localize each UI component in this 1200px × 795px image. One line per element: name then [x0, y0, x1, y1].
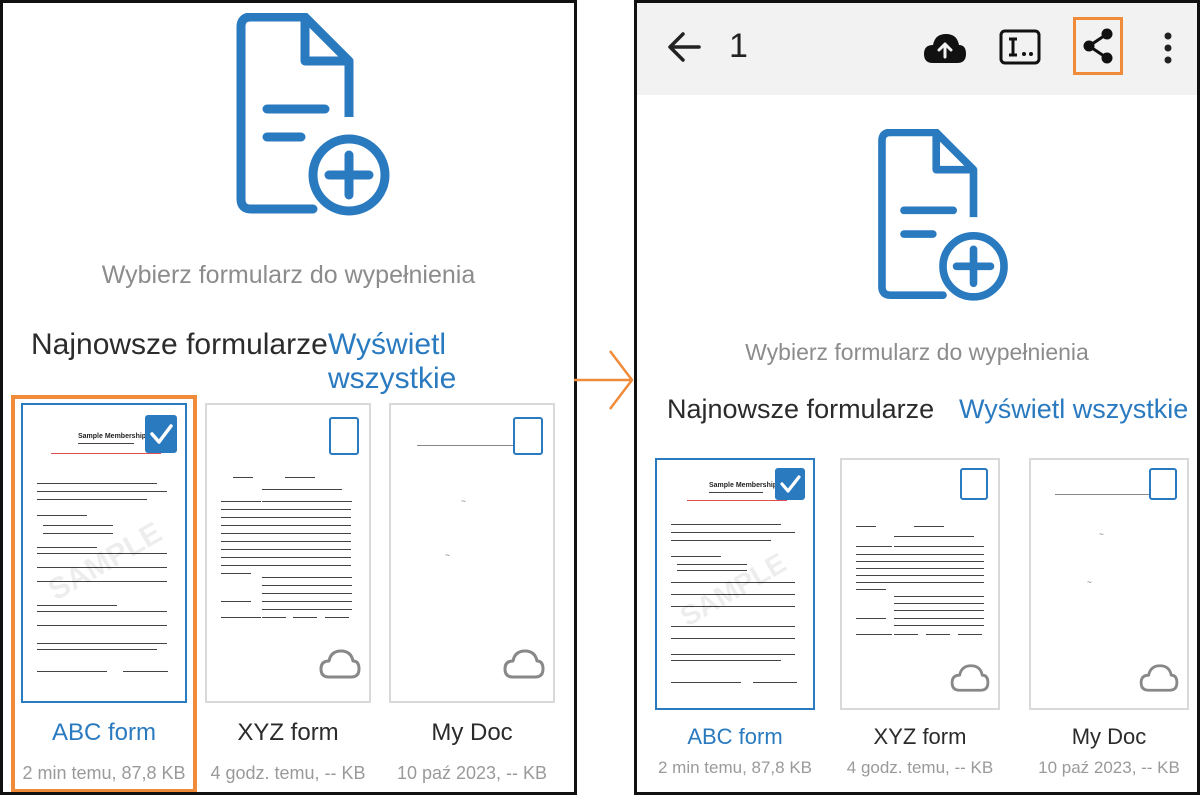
tutorial-highlight-card: [11, 395, 197, 792]
form-name[interactable]: My Doc: [1029, 724, 1189, 750]
form-card-xyz[interactable]: XYZ form 4 godz. temu, -- KB: [205, 403, 371, 783]
cloud-icon: [503, 649, 545, 679]
sample-watermark: SAMPLE: [674, 546, 792, 633]
form-meta: 2 min temu, 87,8 KB: [657, 758, 813, 777]
form-meta: 4 godz. temu, -- KB: [210, 763, 366, 783]
view-all-link[interactable]: Wyświetl wszystkie: [959, 394, 1188, 425]
select-checkbox[interactable]: [960, 468, 988, 500]
form-name[interactable]: XYZ form: [840, 724, 1000, 750]
selected-count: 1: [729, 27, 748, 65]
form-name[interactable]: XYZ form: [205, 719, 371, 747]
check-icon: [780, 475, 801, 493]
new-form-icon[interactable]: [863, 129, 1023, 307]
form-card-mydoc[interactable]: ~ ~ My Doc 10 paź 2023, -- KB: [389, 403, 555, 783]
step-arrow-icon: [574, 350, 634, 410]
select-checkbox[interactable]: [1149, 468, 1177, 500]
form-name[interactable]: ABC form: [655, 724, 815, 750]
cloud-icon: [950, 664, 990, 692]
form-meta: 4 godz. temu, -- KB: [846, 758, 994, 777]
choose-form-prompt: Wybierz formularz do wypełnienia: [745, 339, 1089, 365]
rename-icon[interactable]: [999, 29, 1041, 65]
new-form-icon[interactable]: [233, 13, 393, 223]
select-checkbox[interactable]: [329, 417, 359, 455]
cloud-upload-icon[interactable]: [923, 31, 967, 65]
more-vert-icon[interactable]: [1163, 31, 1173, 65]
choose-form-prompt: Wybierz formularz do wypełnienia: [101, 261, 476, 289]
screen-after: 1 Wybierz formularz do wypełnienia Najno…: [634, 0, 1200, 795]
select-checkbox[interactable]: [775, 468, 805, 500]
cloud-icon: [1139, 664, 1179, 692]
tutorial-highlight-share: [1073, 17, 1123, 75]
form-meta: 10 paź 2023, -- KB: [1038, 758, 1180, 777]
screen-before: Wybierz formularz do wypełnienia Najnows…: [0, 0, 577, 795]
recent-forms-title: Najnowsze formularze: [667, 394, 935, 424]
form-card-abc[interactable]: Sample Membership Form SAMPLE ABC form 2…: [655, 458, 815, 788]
form-meta: 10 paź 2023, -- KB: [396, 763, 548, 783]
recent-forms-title: Najnowsze formularze: [31, 328, 328, 361]
form-card-mydoc[interactable]: ~ ~ My Doc 10 paź 2023, -- KB: [1029, 458, 1189, 788]
form-card-xyz[interactable]: XYZ form 4 godz. temu, -- KB: [840, 458, 1000, 788]
back-arrow-icon[interactable]: [667, 31, 701, 63]
select-checkbox[interactable]: [513, 417, 543, 455]
form-name[interactable]: My Doc: [389, 719, 555, 747]
selection-toolbar: 1: [637, 3, 1197, 95]
view-all-link[interactable]: Wyświetl wszystkie: [328, 328, 574, 396]
cloud-icon: [319, 649, 361, 679]
